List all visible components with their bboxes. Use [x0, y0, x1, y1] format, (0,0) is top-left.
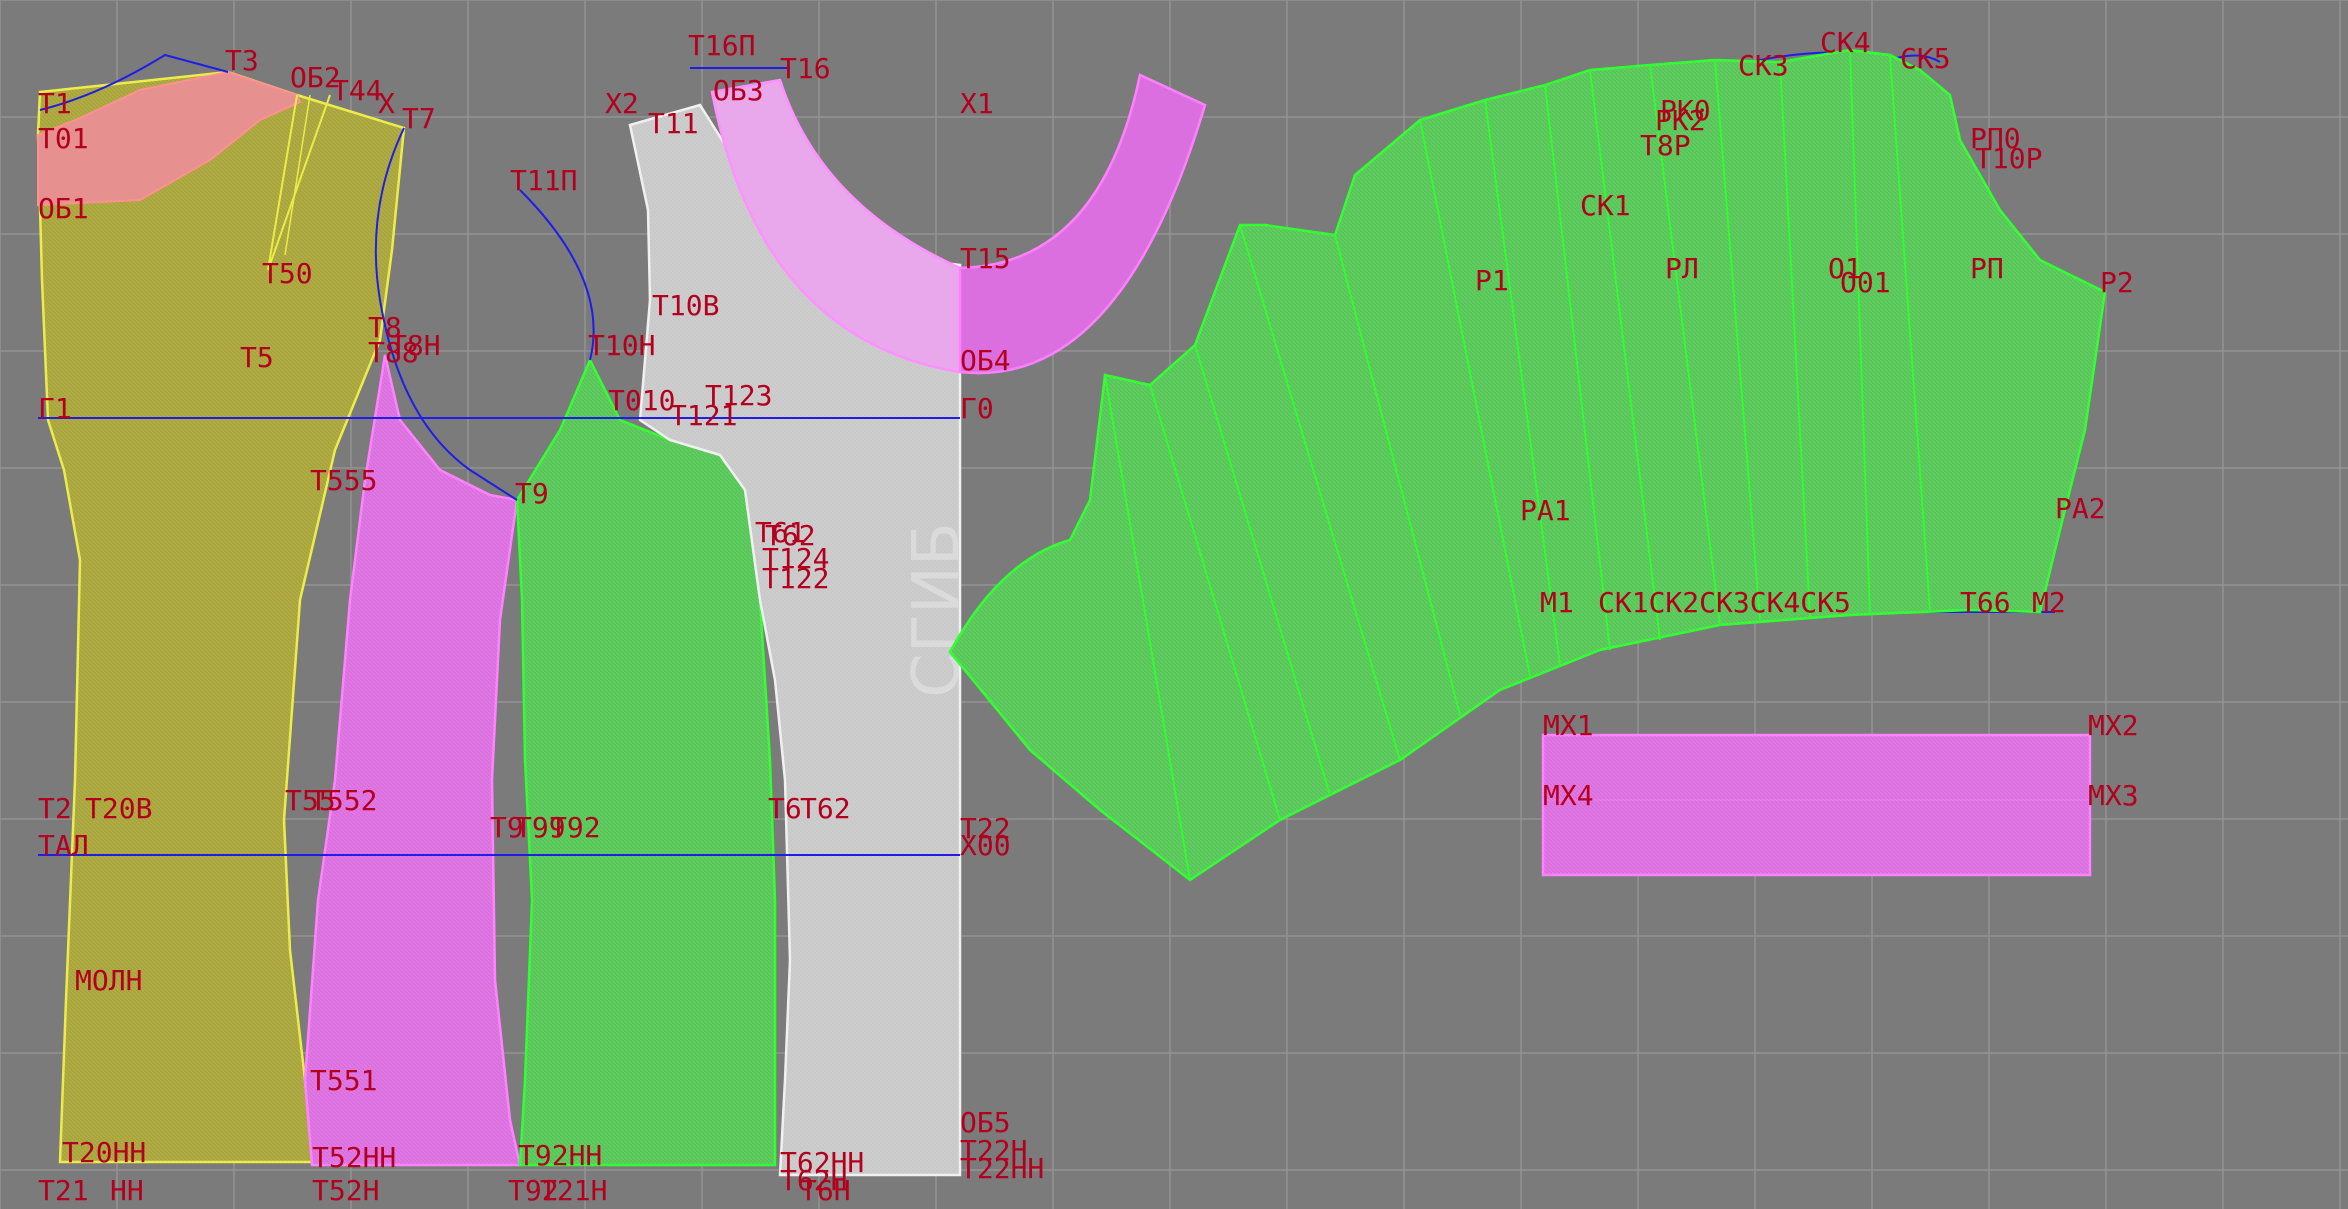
label-t44: Т44 [332, 74, 383, 107]
label-t20nn: Т20НН [62, 1136, 146, 1169]
fold-label: СГИБ [900, 522, 974, 698]
label-nn: НН [110, 1174, 144, 1207]
label-moln: МОЛН [75, 964, 142, 997]
label-m-row: СК1СК2СК3СК4СК5 [1598, 586, 1851, 619]
label-ra1: РА1 [1520, 494, 1571, 527]
label-t01: Т01 [38, 122, 89, 155]
label-t555: Т555 [310, 464, 377, 497]
label-t10v: Т10В [652, 289, 719, 322]
label-x00: Х00 [960, 829, 1011, 862]
neck-facing-outer-shape[interactable] [958, 73, 1207, 375]
label-mx1: МХ1 [1543, 709, 1594, 742]
label-t123: Т123 [705, 379, 772, 412]
label-t62b: Т62 [800, 792, 851, 825]
cuff-piece[interactable] [1541, 733, 2092, 877]
label-t52n: Т52Н [312, 1174, 379, 1207]
label-ck5: СК5 [1900, 42, 1951, 75]
label-ra2: РА2 [2055, 492, 2106, 525]
label-t10n: Т10Н [588, 329, 655, 362]
label-t15: Т15 [960, 242, 1011, 275]
label-mx2: МХ2 [2088, 709, 2139, 742]
label-rp: РП [1970, 252, 2004, 285]
label-mx4: МХ4 [1543, 779, 1594, 812]
label-t1: Т1 [38, 87, 72, 120]
label-t22nn: Т22НН [960, 1152, 1044, 1185]
label-t2: Т2 [38, 792, 72, 825]
label-t92: Т92 [550, 811, 601, 844]
label-t551: Т551 [310, 1064, 377, 1097]
label-t20v: Т20В [85, 792, 152, 825]
label-t16: Т16 [780, 52, 831, 85]
label-t6h: Т6Н [800, 1174, 851, 1207]
label-x2: Х2 [605, 87, 639, 120]
label-m6: Т66 [1960, 586, 2011, 619]
label-t52nn: Т52НН [312, 1141, 396, 1174]
label-t21b: Т21Н [540, 1174, 607, 1207]
label-t92nn: Т92НН [518, 1139, 602, 1172]
label-g0: Г0 [960, 392, 994, 425]
label-t16p: Т16П [688, 29, 755, 62]
label-x7: Х [378, 87, 395, 120]
label-ck4: СК4 [1820, 26, 1871, 59]
label-t010: Т010 [608, 384, 675, 417]
front-side-piece[interactable] [515, 357, 777, 1167]
label-t552: Т552 [310, 784, 377, 817]
label-o01: О01 [1840, 266, 1891, 299]
label-t122: Т122 [762, 562, 829, 595]
label-tal: ТАЛ [38, 829, 89, 862]
pattern-canvas[interactable]: СГИБ Т1 Т01 ОБ1 Т3 ОБ2 Т44 Х Т7 Т50 Т5 Т… [0, 0, 2348, 1209]
label-ob3: ОБ3 [713, 74, 764, 107]
label-t50: Т50 [262, 257, 313, 290]
label-ob1: ОБ1 [38, 192, 89, 225]
label-r1: Р1 [1475, 264, 1509, 297]
label-g1: Г1 [38, 392, 72, 425]
label-rl: РЛ [1665, 252, 1699, 285]
label-t3: Т3 [225, 44, 259, 77]
label-t6: Т6 [768, 792, 802, 825]
label-t11p: Т11П [510, 164, 577, 197]
label-t8r: Т8Р [1640, 129, 1691, 162]
label-t21: Т21 [38, 1174, 89, 1207]
label-t10r: Т10Р [1975, 142, 2042, 175]
label-ck3: СК3 [1738, 49, 1789, 82]
label-ob4: ОБ4 [960, 344, 1011, 377]
label-m1: М1 [1540, 586, 1574, 619]
label-m2: М2 [2032, 586, 2066, 619]
label-t88: Т88 [368, 336, 419, 369]
label-rko: РК0 [1660, 94, 1711, 127]
label-r2: Р2 [2100, 266, 2134, 299]
label-mx3: МХ3 [2088, 779, 2139, 812]
label-t5: Т5 [240, 341, 274, 374]
label-t11: Т11 [648, 107, 699, 140]
label-t7: Т7 [402, 102, 436, 135]
label-t9: Т9 [515, 477, 549, 510]
label-x1: Х1 [960, 87, 994, 120]
label-ck1: СК1 [1580, 189, 1631, 222]
